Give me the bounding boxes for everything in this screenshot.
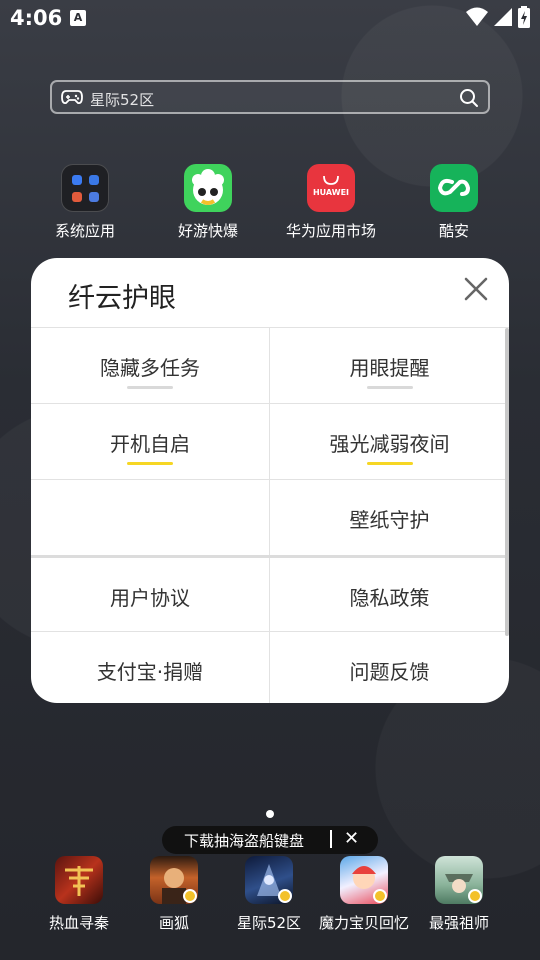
app-label: 魔力宝贝回忆 bbox=[318, 914, 409, 932]
settings-grid: 隐藏多任务 用眼提醒 开机自启 强光减弱夜间 壁纸守护 用户协议 隐私政策 支付… bbox=[31, 327, 509, 703]
battery-icon bbox=[518, 6, 530, 28]
night-dim-option[interactable]: 强光减弱夜间 bbox=[270, 404, 509, 479]
option-label: 问题反馈 bbox=[349, 660, 430, 684]
grid-row: 开机自启 强光减弱夜间 bbox=[31, 403, 509, 479]
rexue-xunqin-icon bbox=[55, 856, 103, 904]
toggle-indicator bbox=[366, 462, 413, 465]
search-placeholder: 星际52区 bbox=[90, 91, 155, 109]
grid-row: 用户协议 隐私政策 bbox=[31, 555, 509, 631]
app-label: 酷安 bbox=[438, 222, 469, 240]
status-icons bbox=[465, 6, 530, 30]
search-icon[interactable] bbox=[459, 88, 479, 108]
option-label: 壁纸守护 bbox=[349, 508, 430, 532]
option-label: 强光减弱夜间 bbox=[329, 432, 450, 456]
moli-baobei-icon bbox=[340, 856, 388, 904]
app-label: 星际52区 bbox=[236, 914, 302, 932]
eye-reminder-option[interactable]: 用眼提醒 bbox=[270, 328, 509, 403]
app-label: 画狐 bbox=[158, 914, 189, 932]
option-label: 用眼提醒 bbox=[349, 356, 430, 380]
close-icon[interactable] bbox=[461, 274, 491, 304]
option-label: 开机自启 bbox=[110, 432, 190, 456]
wallpaper-guard-option[interactable]: 壁纸守护 bbox=[270, 480, 509, 555]
toggle-indicator bbox=[127, 386, 173, 389]
alipay-donate-link[interactable]: 支付宝·捐赠 bbox=[31, 632, 270, 703]
badge-icon bbox=[468, 889, 482, 903]
app-label: 系统应用 bbox=[54, 222, 115, 240]
status-bar: 4:06 A bbox=[0, 0, 540, 38]
user-agreement-link[interactable]: 用户协议 bbox=[31, 558, 270, 631]
app-label: 好游快爆 bbox=[177, 222, 238, 240]
grid-row: 支付宝·捐赠 问题反馈 bbox=[31, 631, 509, 703]
notification-a-icon: A bbox=[70, 10, 86, 26]
download-toast[interactable]: 下载抽海盗船键盘 ✕ bbox=[162, 826, 378, 854]
grid-row: 壁纸守护 bbox=[31, 479, 509, 555]
option-label: 用户协议 bbox=[110, 586, 190, 610]
option-label: 隐藏多任务 bbox=[100, 356, 200, 380]
app-coolapk[interactable]: 酷安 bbox=[399, 164, 509, 241]
dock-app-rexue-xunqin[interactable]: 热血寻秦 bbox=[29, 856, 129, 933]
toggle-indicator bbox=[127, 462, 173, 465]
dock-app-xingji52[interactable]: 星际52区 bbox=[219, 856, 319, 933]
huawei-appgallery-icon: HUAWEI bbox=[307, 164, 355, 212]
auto-start-option[interactable]: 开机自启 bbox=[31, 404, 270, 479]
option-label: 支付宝·捐赠 bbox=[96, 660, 204, 684]
empty-cell bbox=[31, 480, 270, 555]
huawei-icon-text: HUAWEI bbox=[312, 188, 350, 197]
hide-multitask-option[interactable]: 隐藏多任务 bbox=[31, 328, 270, 403]
app-label: 华为应用市场 bbox=[285, 222, 376, 240]
toast-divider bbox=[330, 830, 332, 848]
wifi-icon bbox=[465, 7, 488, 26]
badge-icon bbox=[183, 889, 197, 903]
toast-close-icon[interactable]: ✕ bbox=[344, 828, 359, 849]
toggle-indicator bbox=[366, 386, 413, 389]
xingji52-icon bbox=[245, 856, 293, 904]
dock-app-huahu[interactable]: 画狐 bbox=[124, 856, 224, 933]
app-haoyou[interactable]: 好游快爆 bbox=[153, 164, 263, 241]
coolapk-icon bbox=[430, 164, 478, 212]
page-indicator bbox=[266, 810, 274, 818]
search-bar[interactable]: 星际52区 bbox=[50, 80, 490, 114]
feedback-link[interactable]: 问题反馈 bbox=[270, 632, 509, 703]
signal-icon bbox=[493, 8, 512, 26]
gamepad-icon bbox=[61, 90, 83, 105]
toast-message: 下载抽海盗船键盘 bbox=[184, 832, 305, 850]
app-label: 最强祖师 bbox=[428, 914, 489, 932]
haoyou-icon bbox=[184, 164, 232, 212]
dock-app-moli-baobei[interactable]: 魔力宝贝回忆 bbox=[314, 856, 414, 933]
zuiqiang-zushi-icon bbox=[435, 856, 483, 904]
grid-row: 隐藏多任务 用眼提醒 bbox=[31, 327, 509, 403]
panel-scrollbar[interactable] bbox=[505, 328, 509, 636]
folder-icon bbox=[61, 164, 109, 212]
app-huawei-appgallery[interactable]: HUAWEI 华为应用市场 bbox=[276, 164, 386, 241]
status-time: 4:06 bbox=[10, 6, 63, 30]
app-label: 热血寻秦 bbox=[48, 914, 109, 932]
badge-icon bbox=[373, 889, 387, 903]
privacy-policy-link[interactable]: 隐私政策 bbox=[270, 558, 509, 631]
eye-care-panel: 纤云护眼 隐藏多任务 用眼提醒 开机自启 强光减弱夜间 壁纸守护 用户协议 隐私… bbox=[31, 258, 509, 703]
option-label: 隐私政策 bbox=[349, 586, 430, 610]
panel-title: 纤云护眼 bbox=[68, 283, 176, 314]
app-system-apps[interactable]: 系统应用 bbox=[30, 164, 140, 241]
dock-app-zuiqiang-zushi[interactable]: 最强祖师 bbox=[409, 856, 509, 933]
badge-icon bbox=[278, 889, 292, 903]
huahu-icon bbox=[150, 856, 198, 904]
